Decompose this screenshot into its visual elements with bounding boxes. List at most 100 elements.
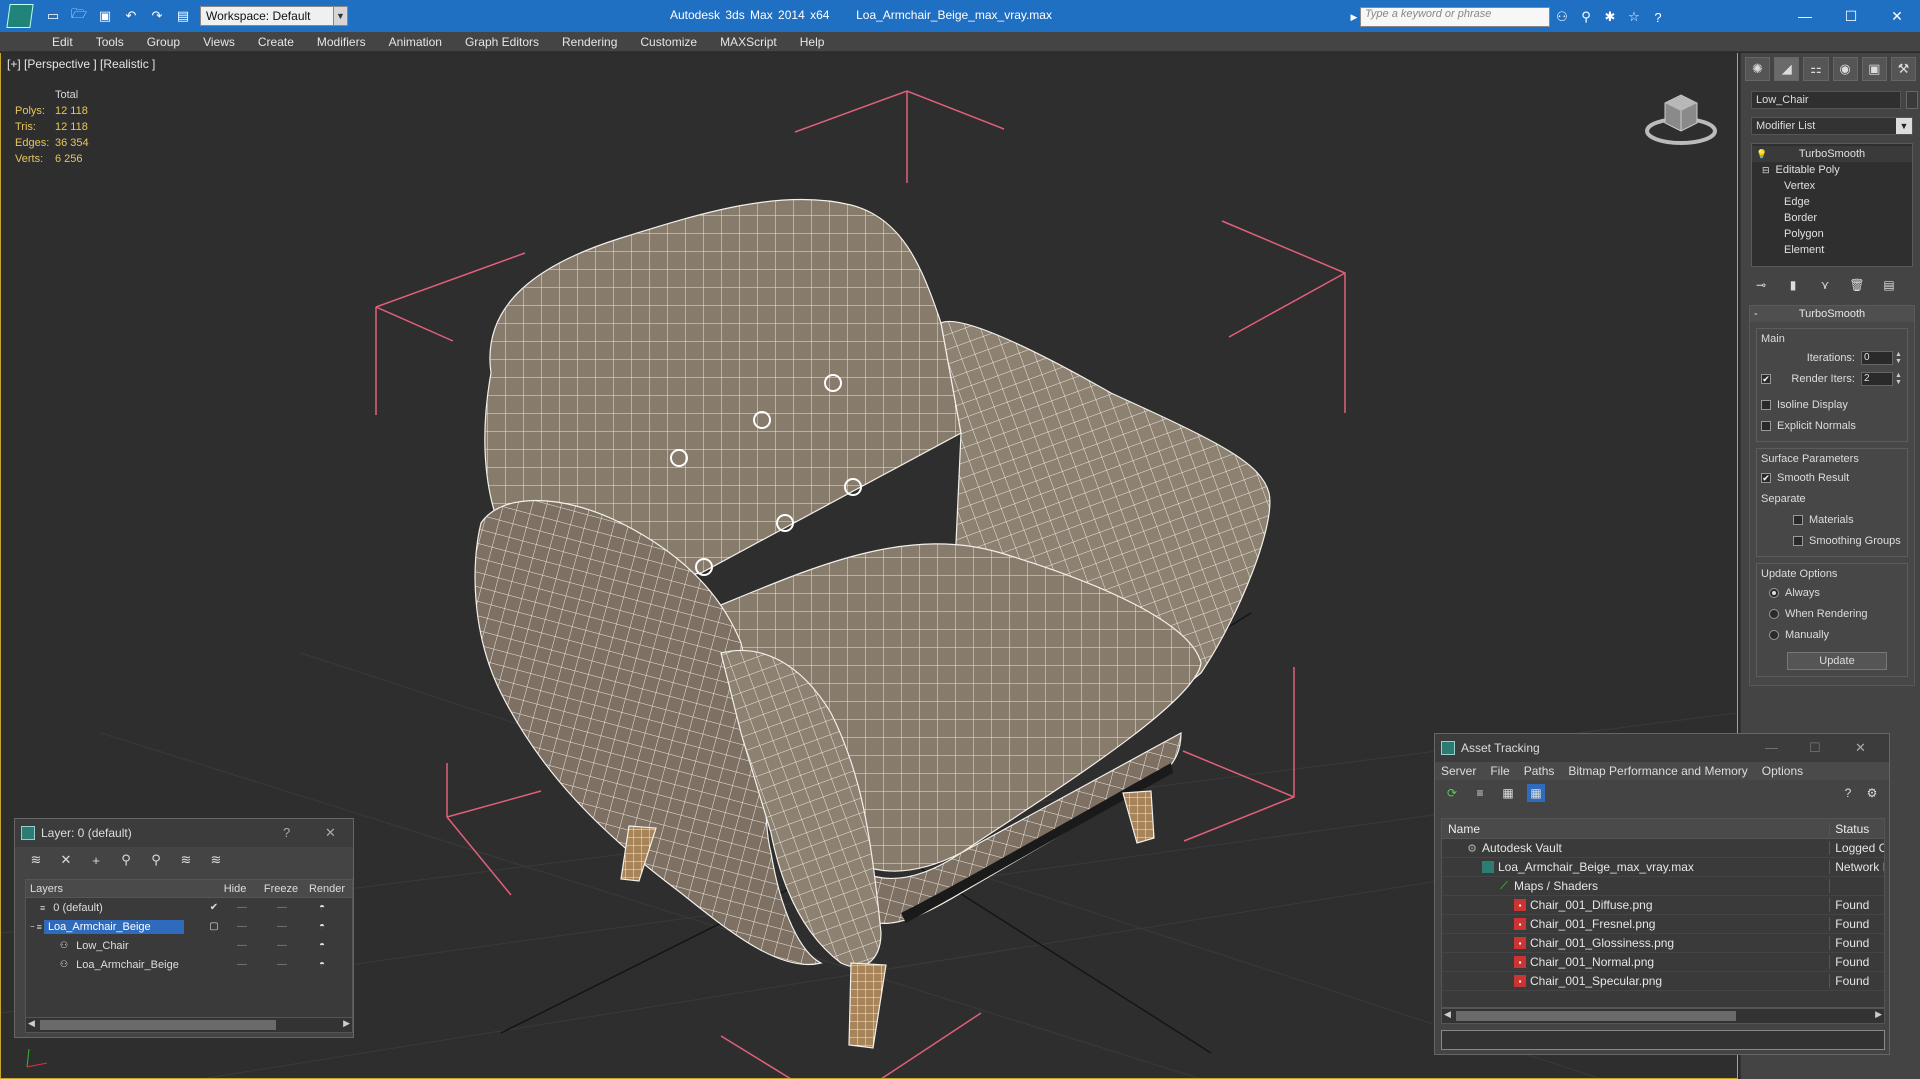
armchair-mesh[interactable] bbox=[474, 198, 1271, 1049]
binoculars-icon[interactable]: ⚇ bbox=[1550, 7, 1574, 27]
materials-checkbox[interactable] bbox=[1793, 515, 1803, 525]
remove-modifier-icon[interactable]: 🗑 bbox=[1847, 275, 1867, 295]
refresh-icon[interactable]: ⟳ bbox=[1443, 784, 1461, 802]
iterations-spinner[interactable]: 0 bbox=[1861, 351, 1893, 365]
menu-animation[interactable]: Animation bbox=[389, 35, 442, 49]
dialog-titlebar[interactable]: Asset Tracking — ☐ ✕ bbox=[1435, 734, 1889, 762]
display-tab-icon[interactable]: ▣ bbox=[1861, 57, 1887, 81]
render-teapot-icon[interactable]: ◓ bbox=[302, 921, 342, 932]
object-color-swatch[interactable] bbox=[1906, 91, 1918, 109]
stack-subitem-border[interactable]: Border bbox=[1752, 210, 1912, 226]
render-teapot-icon[interactable]: ◓ bbox=[302, 902, 342, 913]
open-file-icon[interactable]: 🗁 bbox=[68, 5, 90, 27]
column-hide[interactable]: Hide bbox=[212, 883, 258, 895]
hide-toggle[interactable]: — bbox=[222, 921, 262, 932]
menu-options[interactable]: Options bbox=[1762, 764, 1803, 778]
freeze-toggle[interactable]: — bbox=[262, 921, 302, 932]
asset-row[interactable]: ⟋ Maps / Shaders bbox=[1442, 877, 1884, 896]
select-layer-icon[interactable]: ⚲ bbox=[147, 851, 165, 869]
asset-row[interactable]: ▪ Chair_001_Fresnel.png Found bbox=[1442, 915, 1884, 934]
help-icon[interactable]: ? bbox=[1839, 784, 1857, 802]
maximize-icon[interactable]: ☐ bbox=[1809, 740, 1821, 756]
app-menu-button[interactable] bbox=[0, 0, 40, 32]
render-iters-checkbox[interactable]: ✔ bbox=[1761, 374, 1771, 384]
asset-row[interactable]: ▪ Chair_001_Glossiness.png Found bbox=[1442, 934, 1884, 953]
asset-path-field[interactable] bbox=[1441, 1030, 1885, 1050]
chevron-down-icon[interactable]: ▼ bbox=[334, 6, 348, 26]
stack-subitem-polygon[interactable]: Polygon bbox=[1752, 226, 1912, 242]
menu-help[interactable]: Help bbox=[800, 35, 825, 49]
asset-row[interactable]: ⚙ Autodesk Vault Logged C bbox=[1442, 839, 1884, 858]
hide-all-layers-icon[interactable]: ≋ bbox=[207, 851, 225, 869]
list-view-icon[interactable]: ≡ bbox=[1471, 784, 1489, 802]
layer-object-row[interactable]: ⚇ Loa_Armchair_Beige — — ◓ bbox=[26, 955, 352, 974]
minimize-icon[interactable]: — bbox=[1765, 740, 1778, 755]
asset-row[interactable]: ▪ Chair_001_Specular.png Found bbox=[1442, 972, 1884, 991]
current-layer-check[interactable]: ▢ bbox=[206, 921, 222, 932]
object-name-field[interactable]: Low_Chair bbox=[1751, 91, 1901, 109]
menu-create[interactable]: Create bbox=[258, 35, 294, 49]
project-folder-icon[interactable]: ▤ bbox=[172, 5, 194, 27]
delete-layer-icon[interactable]: ✕ bbox=[57, 851, 75, 869]
smoothing-groups-checkbox[interactable] bbox=[1793, 536, 1803, 546]
menu-maxscript[interactable]: MAXScript bbox=[720, 35, 777, 49]
menu-bitmap-performance[interactable]: Bitmap Performance and Memory bbox=[1568, 764, 1747, 778]
asset-row[interactable]: ▪ Chair_001_Normal.png Found bbox=[1442, 953, 1884, 972]
settings-icon[interactable]: ⚙ bbox=[1863, 784, 1881, 802]
smooth-result-checkbox[interactable]: ✔ bbox=[1761, 473, 1771, 483]
search-input[interactable]: Type a keyword or phrase bbox=[1360, 7, 1550, 27]
hierarchy-tab-icon[interactable]: ⚏ bbox=[1803, 57, 1829, 81]
scrollbar-thumb[interactable] bbox=[1456, 1011, 1736, 1021]
scroll-left-icon[interactable]: ◀ bbox=[28, 1018, 35, 1029]
modifier-list-dropdown[interactable]: Modifier List ▼ bbox=[1751, 117, 1913, 135]
close-icon[interactable]: ✕ bbox=[325, 825, 336, 841]
horizontal-scrollbar[interactable]: ◀ ▶ bbox=[1441, 1008, 1885, 1024]
manually-radio[interactable] bbox=[1769, 630, 1779, 640]
stack-subitem-edge[interactable]: Edge bbox=[1752, 194, 1912, 210]
menu-server[interactable]: Server bbox=[1441, 764, 1476, 778]
hide-toggle[interactable]: — bbox=[222, 902, 262, 913]
close-button[interactable]: ✕ bbox=[1874, 0, 1920, 32]
workspace-dropdown[interactable]: Workspace: Default bbox=[200, 6, 334, 26]
set-current-layer-icon[interactable]: ≋ bbox=[177, 851, 195, 869]
help-button[interactable]: ? bbox=[283, 825, 290, 840]
isoline-checkbox[interactable] bbox=[1761, 400, 1771, 410]
dialog-titlebar[interactable]: Layer: 0 (default) ? ✕ bbox=[15, 819, 353, 847]
communication-center-icon[interactable]: ✱ bbox=[1598, 7, 1622, 27]
column-status[interactable]: Status bbox=[1830, 822, 1884, 836]
expand-icon[interactable]: − bbox=[30, 922, 35, 931]
redo-icon[interactable]: ↷ bbox=[146, 5, 168, 27]
always-radio[interactable] bbox=[1769, 588, 1779, 598]
freeze-toggle[interactable]: — bbox=[262, 959, 302, 970]
menu-views[interactable]: Views bbox=[203, 35, 235, 49]
update-button[interactable]: Update bbox=[1787, 652, 1887, 670]
menu-tools[interactable]: Tools bbox=[96, 35, 124, 49]
subscription-icon[interactable]: ⚲ bbox=[1574, 7, 1598, 27]
configure-sets-icon[interactable]: ▤ bbox=[1879, 275, 1899, 295]
viewport-label[interactable]: [+] [Perspective ] [Realistic ] bbox=[7, 57, 155, 71]
table-view-icon[interactable]: ▦ bbox=[1527, 784, 1545, 802]
when-rendering-radio[interactable] bbox=[1769, 609, 1779, 619]
new-file-icon[interactable]: ▭ bbox=[42, 5, 64, 27]
render-teapot-icon[interactable]: ◓ bbox=[302, 959, 342, 970]
spinner-arrows-icon[interactable]: ▲ ▼ bbox=[1895, 351, 1903, 365]
render-iters-spinner[interactable]: 2 bbox=[1861, 372, 1893, 386]
stack-item-turbosmooth[interactable]: 💡 TurboSmooth bbox=[1752, 146, 1912, 162]
expand-arrow-icon[interactable]: ▶ bbox=[1348, 7, 1360, 27]
new-layer-icon[interactable]: ≋ bbox=[27, 851, 45, 869]
menu-file[interactable]: File bbox=[1490, 764, 1509, 778]
thumbnail-view-icon[interactable]: ▦ bbox=[1499, 784, 1517, 802]
column-layers[interactable]: Layers bbox=[26, 883, 212, 895]
scrollbar-thumb[interactable] bbox=[40, 1020, 276, 1030]
stack-subitem-element[interactable]: Element bbox=[1752, 242, 1912, 258]
column-freeze[interactable]: Freeze bbox=[258, 883, 304, 895]
favorites-icon[interactable]: ☆ bbox=[1622, 7, 1646, 27]
hide-toggle[interactable]: — bbox=[222, 959, 262, 970]
scroll-right-icon[interactable]: ▶ bbox=[1875, 1009, 1882, 1020]
undo-icon[interactable]: ↶ bbox=[120, 5, 142, 27]
maximize-button[interactable]: ☐ bbox=[1828, 0, 1874, 32]
explicit-normals-checkbox[interactable] bbox=[1761, 421, 1771, 431]
viewcube-icon[interactable] bbox=[1641, 81, 1721, 151]
show-end-result-icon[interactable]: ▮ bbox=[1783, 275, 1803, 295]
menu-edit[interactable]: Edit bbox=[52, 35, 73, 49]
